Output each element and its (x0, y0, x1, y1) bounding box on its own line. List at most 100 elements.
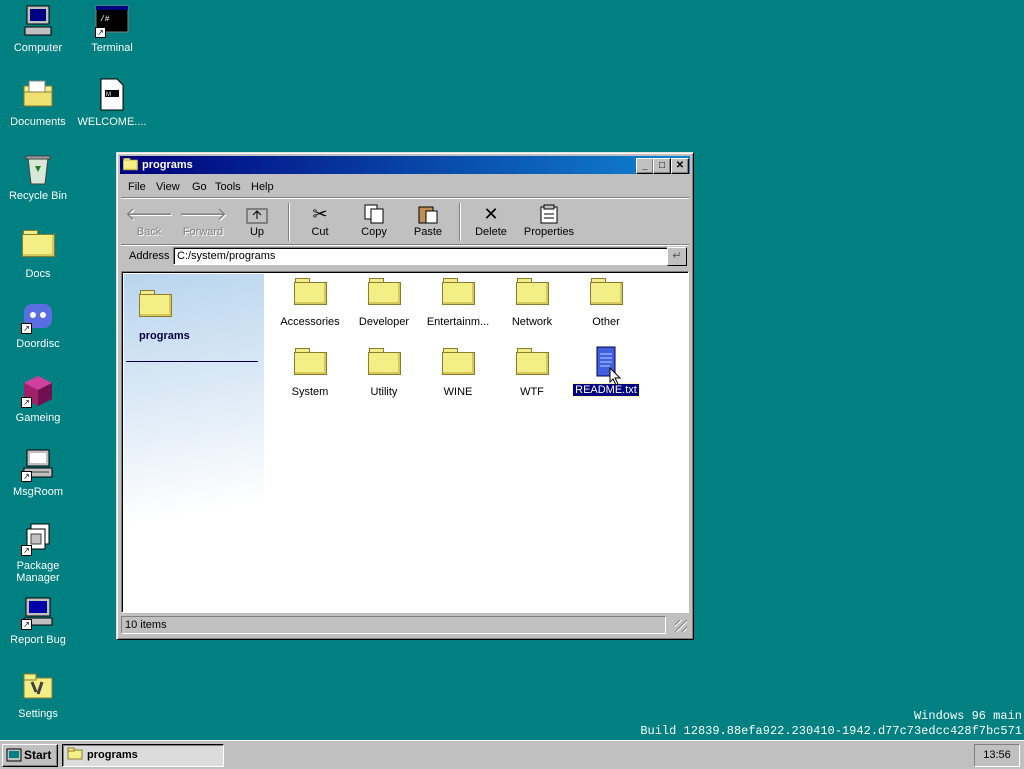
forward-button[interactable]: 🡒 Forward (176, 203, 230, 243)
properties-label: Properties (523, 226, 575, 238)
item-label: Accessories (280, 316, 340, 328)
desktop-icon-settings[interactable]: Settings (0, 670, 76, 720)
desktop-icon-label: Documents (10, 116, 66, 128)
folder-icon (515, 348, 549, 378)
maximize-button[interactable]: □ (653, 158, 671, 174)
msgroom-icon: ↗ (21, 448, 55, 482)
svg-text:/#: /# (100, 15, 110, 24)
svg-text:M: M (106, 92, 111, 98)
file-item-readme[interactable]: README.txt (570, 346, 642, 397)
desktop-icon-label: MsgRoom (12, 486, 64, 498)
desktop-icon-package-manager[interactable]: ↗ Package Manager (0, 522, 76, 584)
desktop-icon-computer[interactable]: Computer (0, 4, 76, 54)
documents-folder-icon (21, 78, 55, 112)
folder-icon (589, 278, 623, 308)
menu-bar: File View Go Tools Help (121, 177, 689, 197)
folder-icon (293, 278, 327, 308)
close-button[interactable]: ✕ (671, 158, 689, 174)
copy-label: Copy (361, 226, 387, 238)
side-panel-title: programs (139, 330, 190, 342)
gameing-icon: ↗ (21, 374, 55, 408)
folder-item-other[interactable]: Other (570, 276, 642, 328)
menu-file[interactable]: File (128, 181, 146, 193)
menu-go[interactable]: Go (192, 181, 207, 193)
item-label: Utility (370, 386, 398, 398)
desktop-icon-documents[interactable]: Documents (0, 78, 76, 128)
desktop-icon-terminal[interactable]: /# ↗ Terminal (74, 4, 150, 54)
terminal-icon: /# ↗ (95, 4, 129, 38)
desktop-icon-label: Computer (13, 42, 63, 54)
system-clock: 13:56 (974, 744, 1020, 767)
address-bar: Address C:/system/programs ↵ (121, 245, 689, 269)
desktop-icon-label: Gameing (15, 412, 61, 424)
file-view[interactable]: programs Accessories Developer Entertain… (121, 271, 689, 613)
up-button[interactable]: Up (230, 203, 284, 243)
paste-button[interactable]: Paste (401, 203, 455, 243)
mouse-cursor-icon (609, 367, 622, 386)
desktop-icon-label: Package Manager (16, 560, 60, 584)
item-label: Network (511, 316, 553, 328)
doordisc-icon: ↗ (21, 300, 55, 334)
taskbar-button-programs[interactable]: programs (62, 744, 224, 767)
minimize-button[interactable]: _ (636, 158, 654, 174)
folder-icon (441, 348, 475, 378)
folder-item-wine[interactable]: WINE (422, 346, 494, 398)
recycle-bin-icon (21, 152, 55, 186)
folder-item-utility[interactable]: Utility (348, 346, 420, 398)
item-label: README.txt (572, 383, 640, 397)
desktop-icon-docs[interactable]: Docs (0, 226, 76, 280)
desktop-icon-doordisc[interactable]: ↗ Doordisc (0, 300, 76, 350)
folder-item-system[interactable]: System (274, 346, 346, 398)
desktop-icon-recycle-bin[interactable]: Recycle Bin (0, 152, 76, 202)
folder-item-developer[interactable]: Developer (348, 276, 420, 328)
folder-item-wtf[interactable]: WTF (496, 346, 568, 398)
back-button[interactable]: 🡐 Back (122, 203, 176, 243)
back-arrow-icon: 🡐 (124, 204, 174, 224)
desktop-icon-report-bug[interactable]: ↗ Report Bug (0, 596, 76, 646)
explorer-window[interactable]: programs _ □ ✕ File View Go Tools Help 🡐… (116, 152, 694, 640)
cut-button[interactable]: ✂ Cut (293, 203, 347, 243)
properties-button[interactable]: Properties (518, 203, 580, 243)
delete-button[interactable]: ✕ Delete (464, 203, 518, 243)
folder-icon (367, 348, 401, 378)
desktop-icon-label: Report Bug (10, 634, 66, 646)
build-watermark: Windows 96 main Build 12839.88efa922.230… (640, 709, 1022, 739)
copy-icon (347, 203, 401, 225)
status-item-count: 10 items (121, 616, 666, 634)
menu-tools[interactable]: Tools (215, 181, 241, 193)
folder-item-accessories[interactable]: Accessories (274, 276, 346, 328)
desktop-icon-gameing[interactable]: ↗ Gameing (0, 374, 76, 424)
desktop-icon-msgroom[interactable]: ↗ MsgRoom (0, 448, 76, 498)
desktop-icon-label: Docs (25, 268, 51, 280)
title-bar[interactable]: programs _ □ ✕ (120, 156, 690, 174)
go-arrow-icon[interactable]: ↵ (667, 247, 687, 266)
item-label: System (291, 386, 329, 398)
status-bar: 10 items (121, 616, 689, 634)
address-input[interactable]: C:/system/programs (173, 247, 668, 265)
menu-view[interactable]: View (156, 181, 180, 193)
start-button[interactable]: Start (2, 744, 58, 767)
paste-icon (401, 203, 455, 225)
folder-icon (515, 278, 549, 308)
folder-item-entertainment[interactable]: Entertainm... (422, 276, 494, 328)
side-panel-divider (126, 361, 258, 362)
menu-help[interactable]: Help (251, 181, 274, 193)
toolbar: 🡐 Back 🡒 Forward Up ✂ Cut Copy Paste ✕ D… (121, 199, 689, 245)
folder-icon (367, 278, 401, 308)
report-bug-icon: ↗ (21, 596, 55, 630)
paste-label: Paste (413, 226, 443, 238)
desktop-icon-welcome[interactable]: M WELCOME.... (74, 78, 150, 128)
folder-icon (293, 348, 327, 378)
build-line-2: Build 12839.88efa922.230410-1942.d77c73e… (640, 724, 1022, 738)
folder-info-panel: programs (124, 274, 264, 610)
taskbar: Start programs 13:56 (0, 740, 1024, 769)
item-label: Other (592, 316, 620, 328)
package-manager-icon: ↗ (21, 522, 55, 556)
resize-grip-icon[interactable] (675, 620, 687, 632)
start-logo-icon (6, 748, 22, 762)
window-title: programs (142, 159, 193, 171)
folder-item-network[interactable]: Network (496, 276, 568, 328)
copy-button[interactable]: Copy (347, 203, 401, 243)
cut-label: Cut (311, 226, 329, 238)
properties-icon (518, 203, 580, 225)
